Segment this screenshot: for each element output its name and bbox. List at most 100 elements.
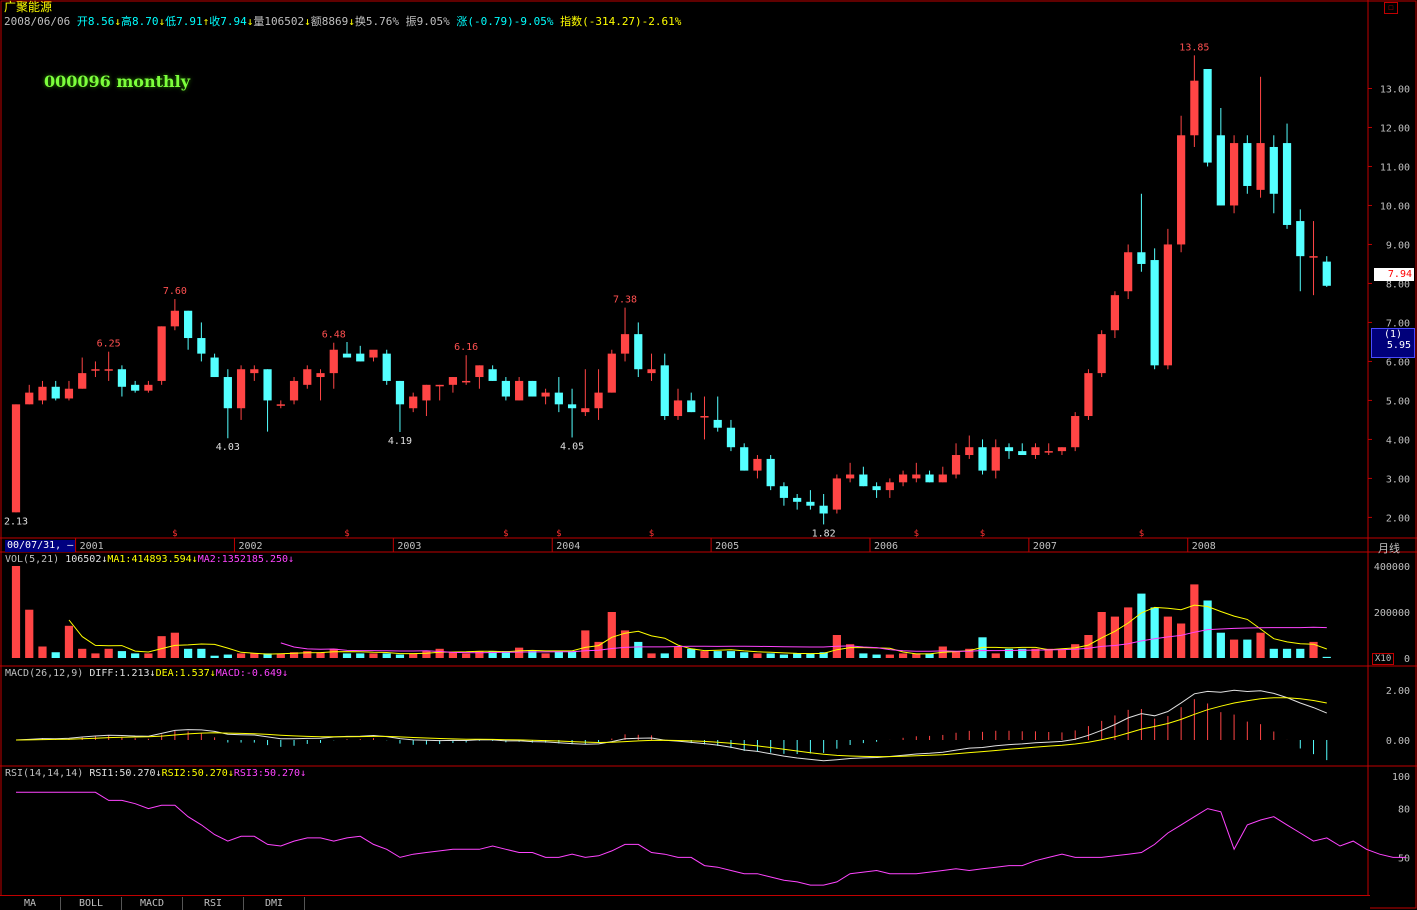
candle-body — [210, 357, 219, 378]
macd-macd: MACD:-0.649 — [215, 668, 283, 679]
candle-body — [144, 384, 153, 391]
candle-body — [607, 353, 616, 393]
candle-body — [806, 501, 815, 506]
volume-bar — [779, 654, 789, 658]
volume-bar — [1269, 648, 1278, 658]
candle-body — [488, 369, 497, 381]
candle-body — [819, 505, 828, 514]
candle-body — [1216, 135, 1225, 206]
tab-boll[interactable]: BOLL — [61, 897, 122, 910]
volume-bar — [51, 652, 60, 658]
candle-body — [700, 416, 709, 418]
volume-tick-label: 200000 — [1374, 608, 1410, 619]
candle-body — [687, 400, 696, 413]
tab-ma[interactable]: MA — [0, 897, 61, 910]
price-tick-label: 12.00 — [1380, 123, 1410, 134]
dividend-mark: $ — [344, 529, 349, 539]
vol-header: VOL(5,21) 106502↓MA1:414893.594↓MA2:1352… — [5, 554, 295, 565]
volume-bar — [515, 647, 524, 658]
candle-body — [885, 482, 894, 491]
quote-turnover: 换5.76% — [354, 15, 399, 28]
year-label: 2001 — [80, 541, 104, 552]
rsi-name: RSI(14,14,14) — [5, 768, 84, 779]
volume-bar — [184, 648, 193, 658]
candle-body — [978, 447, 987, 471]
vol-name: VOL(5,21) — [5, 554, 60, 565]
close-icon[interactable]: ☐ — [1384, 2, 1398, 14]
rsi-2: RSI2:50.270 — [161, 768, 228, 779]
volume-bar — [342, 653, 352, 658]
candle-body — [78, 373, 87, 389]
candle-body — [898, 474, 908, 483]
candle-body — [1296, 221, 1305, 257]
dividend-mark: $ — [172, 529, 177, 539]
cursor-date: 00/07/31, — — [5, 540, 76, 552]
price-extreme-label: 4.19 — [388, 436, 412, 447]
quote-volume: 量106502 — [253, 15, 305, 28]
candle-body — [382, 353, 391, 381]
candle-body — [448, 377, 458, 385]
vol-value: 106502 — [65, 554, 102, 565]
candle-body — [1124, 252, 1133, 292]
volume-bar — [157, 636, 166, 658]
candle-body — [1203, 68, 1212, 163]
volume-bar — [78, 648, 87, 658]
candle-body — [462, 380, 471, 383]
stock-name: 广聚能源 — [4, 0, 53, 14]
vol-ma1: MA1:414893.594 — [107, 554, 192, 565]
volume-bar — [859, 653, 868, 658]
candle-body — [660, 365, 669, 417]
volume-bar — [1084, 635, 1093, 658]
quote-amplitude: 振9.05% — [405, 15, 450, 28]
candle-body — [223, 377, 232, 409]
year-label: 2008 — [1192, 541, 1216, 552]
candle-body — [554, 392, 563, 405]
year-label: 2005 — [715, 541, 739, 552]
candle-body — [64, 388, 74, 399]
period-label[interactable]: 月线 — [1378, 540, 1400, 556]
price-tick-label: 5.00 — [1386, 396, 1410, 407]
candle-body — [303, 369, 312, 385]
candle-body — [541, 392, 550, 397]
candle-body — [1097, 334, 1106, 374]
price-extreme-label: 13.85 — [1179, 42, 1209, 53]
price-box-value: 5.95 — [1386, 340, 1411, 351]
quote-high: 高8.70 — [120, 15, 159, 28]
candle-body — [793, 497, 802, 502]
volume-tick-label: 400000 — [1374, 562, 1410, 573]
candle-body — [726, 427, 736, 448]
tab-macd[interactable]: MACD — [122, 897, 183, 910]
candle-body — [409, 396, 418, 409]
tab-rsi[interactable]: RSI — [183, 897, 244, 910]
volume-bar — [1150, 607, 1159, 658]
macd-diff-line — [15, 689, 1327, 762]
dividend-mark: $ — [556, 529, 561, 539]
volume-bar — [1137, 593, 1146, 658]
volume-bar — [250, 653, 259, 658]
volume-bar — [1110, 616, 1120, 658]
candle-body — [1031, 447, 1040, 456]
price-extreme-label: 1.82 — [812, 528, 836, 539]
volume-bar — [64, 625, 74, 658]
rsi-header: RSI(14,14,14) RSI1:50.270↓RSI2:50.270↓RS… — [5, 768, 307, 779]
price-tick-label: 10.00 — [1380, 201, 1410, 212]
candle-body — [395, 380, 405, 405]
volume-bar — [395, 654, 405, 658]
volume-bar — [1190, 584, 1199, 658]
year-label: 2006 — [874, 541, 898, 552]
candle-body — [289, 380, 299, 401]
price-tick-label: 11.00 — [1380, 162, 1410, 173]
tab-dmi[interactable]: DMI — [244, 897, 305, 910]
volume-bar — [435, 648, 444, 658]
volume-bar — [1097, 612, 1106, 658]
candle-body — [938, 474, 947, 483]
volume-bar — [91, 653, 100, 658]
candle-body — [925, 474, 934, 483]
candle-body — [832, 478, 841, 510]
price-extreme-label: 2.13 — [4, 516, 28, 527]
price-extreme-label: 4.05 — [560, 441, 584, 452]
candle-body — [779, 486, 789, 498]
volume-bar — [223, 654, 232, 658]
candle-body — [1229, 143, 1239, 206]
volume-bar — [1057, 648, 1067, 658]
